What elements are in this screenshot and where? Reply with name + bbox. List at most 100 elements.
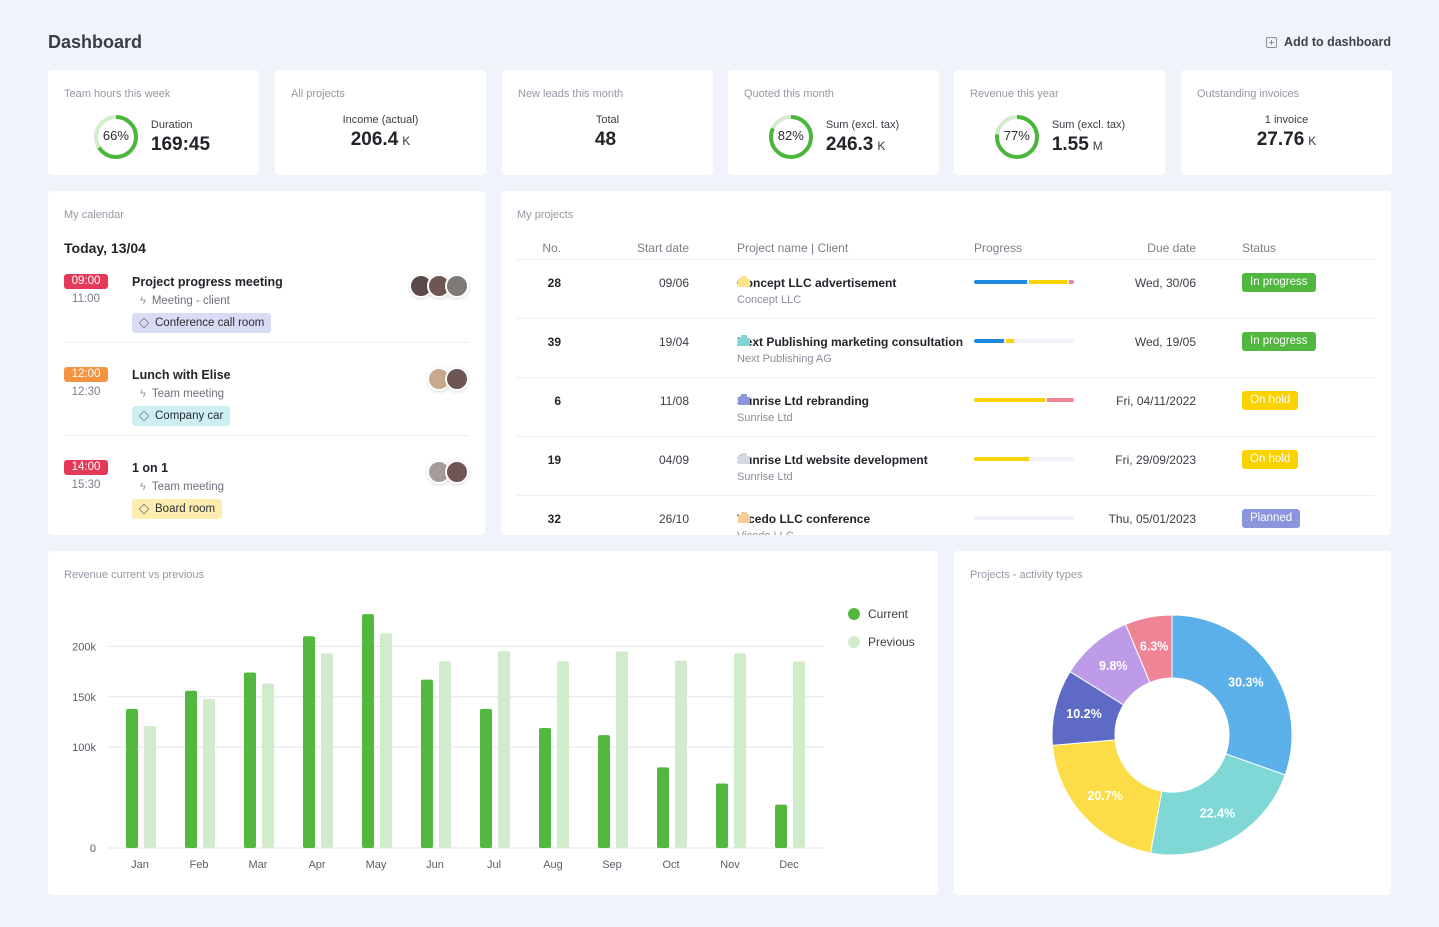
project-name[interactable]: Concept LLC advertisement xyxy=(737,276,974,290)
donut-slice[interactable] xyxy=(1171,614,1293,776)
bar-previous-feb[interactable] xyxy=(203,698,215,848)
event-room-label: Board room xyxy=(155,503,216,515)
event-type-label: Meeting - client xyxy=(151,295,230,307)
event-room[interactable]: Conference call room xyxy=(132,313,272,333)
bar-current-apr[interactable] xyxy=(303,636,315,848)
col-project-name[interactable]: Project name | Client xyxy=(689,234,974,259)
bar-previous-sep[interactable] xyxy=(616,651,628,848)
event-title[interactable]: 1 on 1 xyxy=(132,461,168,475)
table-row[interactable]: 32 26/10 Vicedo LLC conference Vicedo LL… xyxy=(517,496,1375,535)
kpi-sublabel: Sum (excl. tax) xyxy=(825,118,900,131)
kpi-card[interactable]: New leads this month Total 48 xyxy=(502,70,713,175)
attendees xyxy=(427,367,469,391)
bar-previous-jan[interactable] xyxy=(144,725,156,848)
project-client[interactable]: Concept LLC xyxy=(737,294,974,306)
bar-current-may[interactable] xyxy=(362,614,374,848)
bar-current-aug[interactable] xyxy=(539,728,551,848)
bar-current-jun[interactable] xyxy=(421,679,433,848)
avatar[interactable] xyxy=(445,460,469,484)
legend-item-current[interactable]: Current xyxy=(848,607,915,621)
project-name[interactable]: Sunrise Ltd website development xyxy=(737,453,974,467)
project-name[interactable]: Vicedo LLC conference xyxy=(737,512,974,526)
slice-label: 10.2% xyxy=(1066,707,1101,721)
kpi-card[interactable]: Revenue this year 77% Sum (excl. tax) 1.… xyxy=(954,70,1165,175)
bar-previous-mar[interactable] xyxy=(262,683,274,848)
event-end-time: 12:30 xyxy=(71,386,101,398)
y-tick-label: 100k xyxy=(72,742,96,754)
bar-current-feb[interactable] xyxy=(185,690,197,848)
plus-square-icon xyxy=(1266,36,1278,48)
x-tick-label: Jun xyxy=(426,859,444,871)
event-room[interactable]: Board room xyxy=(132,499,223,519)
calendar-event[interactable]: 09:00 11:00 Project progress meeting ϟ Me… xyxy=(64,274,469,367)
kpi-label: Team hours this week xyxy=(64,88,171,100)
bar-current-mar[interactable] xyxy=(244,672,256,848)
table-row[interactable]: 28 09/06 Concept LLC advertisement Conce… xyxy=(517,260,1375,319)
legend-label-previous: Previous xyxy=(868,635,915,649)
bar-current-oct[interactable] xyxy=(657,767,669,848)
donut-slice[interactable] xyxy=(1149,753,1286,856)
revenue-bar-chart: 0 100k 150k 200k Jan Feb Mar Apr May Jun Jul Aug Sep… xyxy=(72,614,824,871)
project-number: 28 xyxy=(547,276,561,290)
kpi-card[interactable]: Outstanding invoices 1 invoice 27.76 K xyxy=(1181,70,1392,175)
project-client[interactable]: Next Publishing AG xyxy=(737,353,974,365)
kpi-unit: K xyxy=(1308,134,1317,148)
bar-previous-jul[interactable] xyxy=(498,651,510,848)
project-status-cell: In progress xyxy=(1196,260,1316,318)
project-due-date: Thu, 05/01/2023 xyxy=(1108,512,1196,526)
table-header: No. Start date Project name | Client Pro… xyxy=(517,234,1375,260)
table-row[interactable]: 6 11/08 Sunrise Ltd rebranding Sunrise L… xyxy=(517,378,1375,437)
bar-previous-dec[interactable] xyxy=(793,661,805,848)
project-start-date: 11/08 xyxy=(659,394,689,408)
kpi-card[interactable]: Quoted this month 82% Sum (excl. tax) 24… xyxy=(728,70,939,175)
bar-previous-oct[interactable] xyxy=(675,660,687,848)
bar-previous-jun[interactable] xyxy=(439,661,451,848)
bar-current-sep[interactable] xyxy=(598,735,610,848)
table-row[interactable]: 39 19/04 Next Publishing marketing consu… xyxy=(517,319,1375,378)
kpi-card[interactable]: Team hours this week 66% Duration 169:45 xyxy=(48,70,259,175)
progress-segment xyxy=(1046,398,1074,402)
event-room[interactable]: Company car xyxy=(132,406,231,426)
project-client[interactable]: Vicedo LLC xyxy=(737,530,974,535)
kpi-number: 1.55 xyxy=(1051,133,1089,155)
project-name[interactable]: Sunrise Ltd rebranding xyxy=(737,394,974,408)
legend-item-previous[interactable]: Previous xyxy=(848,635,915,649)
table-row[interactable]: 19 04/09 Sunrise Ltd website development… xyxy=(517,437,1375,496)
avatar[interactable] xyxy=(445,274,469,298)
col-start-date[interactable]: Start date xyxy=(561,234,689,259)
event-start-time: 09:00 xyxy=(64,274,108,289)
bar-current-jul[interactable] xyxy=(480,708,492,848)
event-title[interactable]: Project progress meeting xyxy=(132,275,283,289)
project-start-date: 09/06 xyxy=(658,276,689,290)
add-to-dashboard-label: Add to dashboard xyxy=(1284,35,1391,49)
kpi-card[interactable]: All projects Income (actual) 206.4 K xyxy=(275,70,486,175)
add-to-dashboard-button[interactable]: Add to dashboard xyxy=(1266,35,1391,49)
col-status[interactable]: Status xyxy=(1196,234,1276,259)
col-progress[interactable]: Progress xyxy=(974,234,1074,259)
project-client[interactable]: Sunrise Ltd xyxy=(737,412,974,424)
bar-previous-apr[interactable] xyxy=(321,653,333,848)
event-title[interactable]: Lunch with Elise xyxy=(132,368,231,382)
progress-bar xyxy=(974,398,1074,402)
project-client[interactable]: Sunrise Ltd xyxy=(737,471,974,483)
bar-current-jan[interactable] xyxy=(126,708,138,848)
kpi-text: 1 invoice 27.76 K xyxy=(1257,114,1317,151)
cube-icon xyxy=(138,410,150,422)
col-no[interactable]: No. xyxy=(517,234,561,259)
status-badge: On hold xyxy=(1242,391,1299,410)
project-name-cell: Vicedo LLC conference Vicedo LLC xyxy=(689,496,974,535)
bar-current-nov[interactable] xyxy=(716,783,728,848)
bar-previous-aug[interactable] xyxy=(557,661,569,848)
bar-current-dec[interactable] xyxy=(775,804,787,848)
kpi-body: 77% Sum (excl. tax) 1.55 M xyxy=(954,114,1165,160)
avatar[interactable] xyxy=(445,367,469,391)
calendar-event[interactable]: 14:00 15:30 1 on 1 ϟ Team meeting Board r… xyxy=(64,460,469,553)
briefcase-icon xyxy=(738,512,750,523)
progress-segment xyxy=(974,280,1027,284)
calendar-event[interactable]: 12:00 12:30 Lunch with Elise ϟ Team meeti… xyxy=(64,367,469,460)
col-due-date[interactable]: Due date xyxy=(1074,234,1196,259)
bar-previous-may[interactable] xyxy=(380,633,392,848)
calendar-today: Today, 13/04 xyxy=(64,240,146,256)
bar-previous-nov[interactable] xyxy=(734,653,746,848)
project-name[interactable]: Next Publishing marketing consultation xyxy=(737,335,974,349)
